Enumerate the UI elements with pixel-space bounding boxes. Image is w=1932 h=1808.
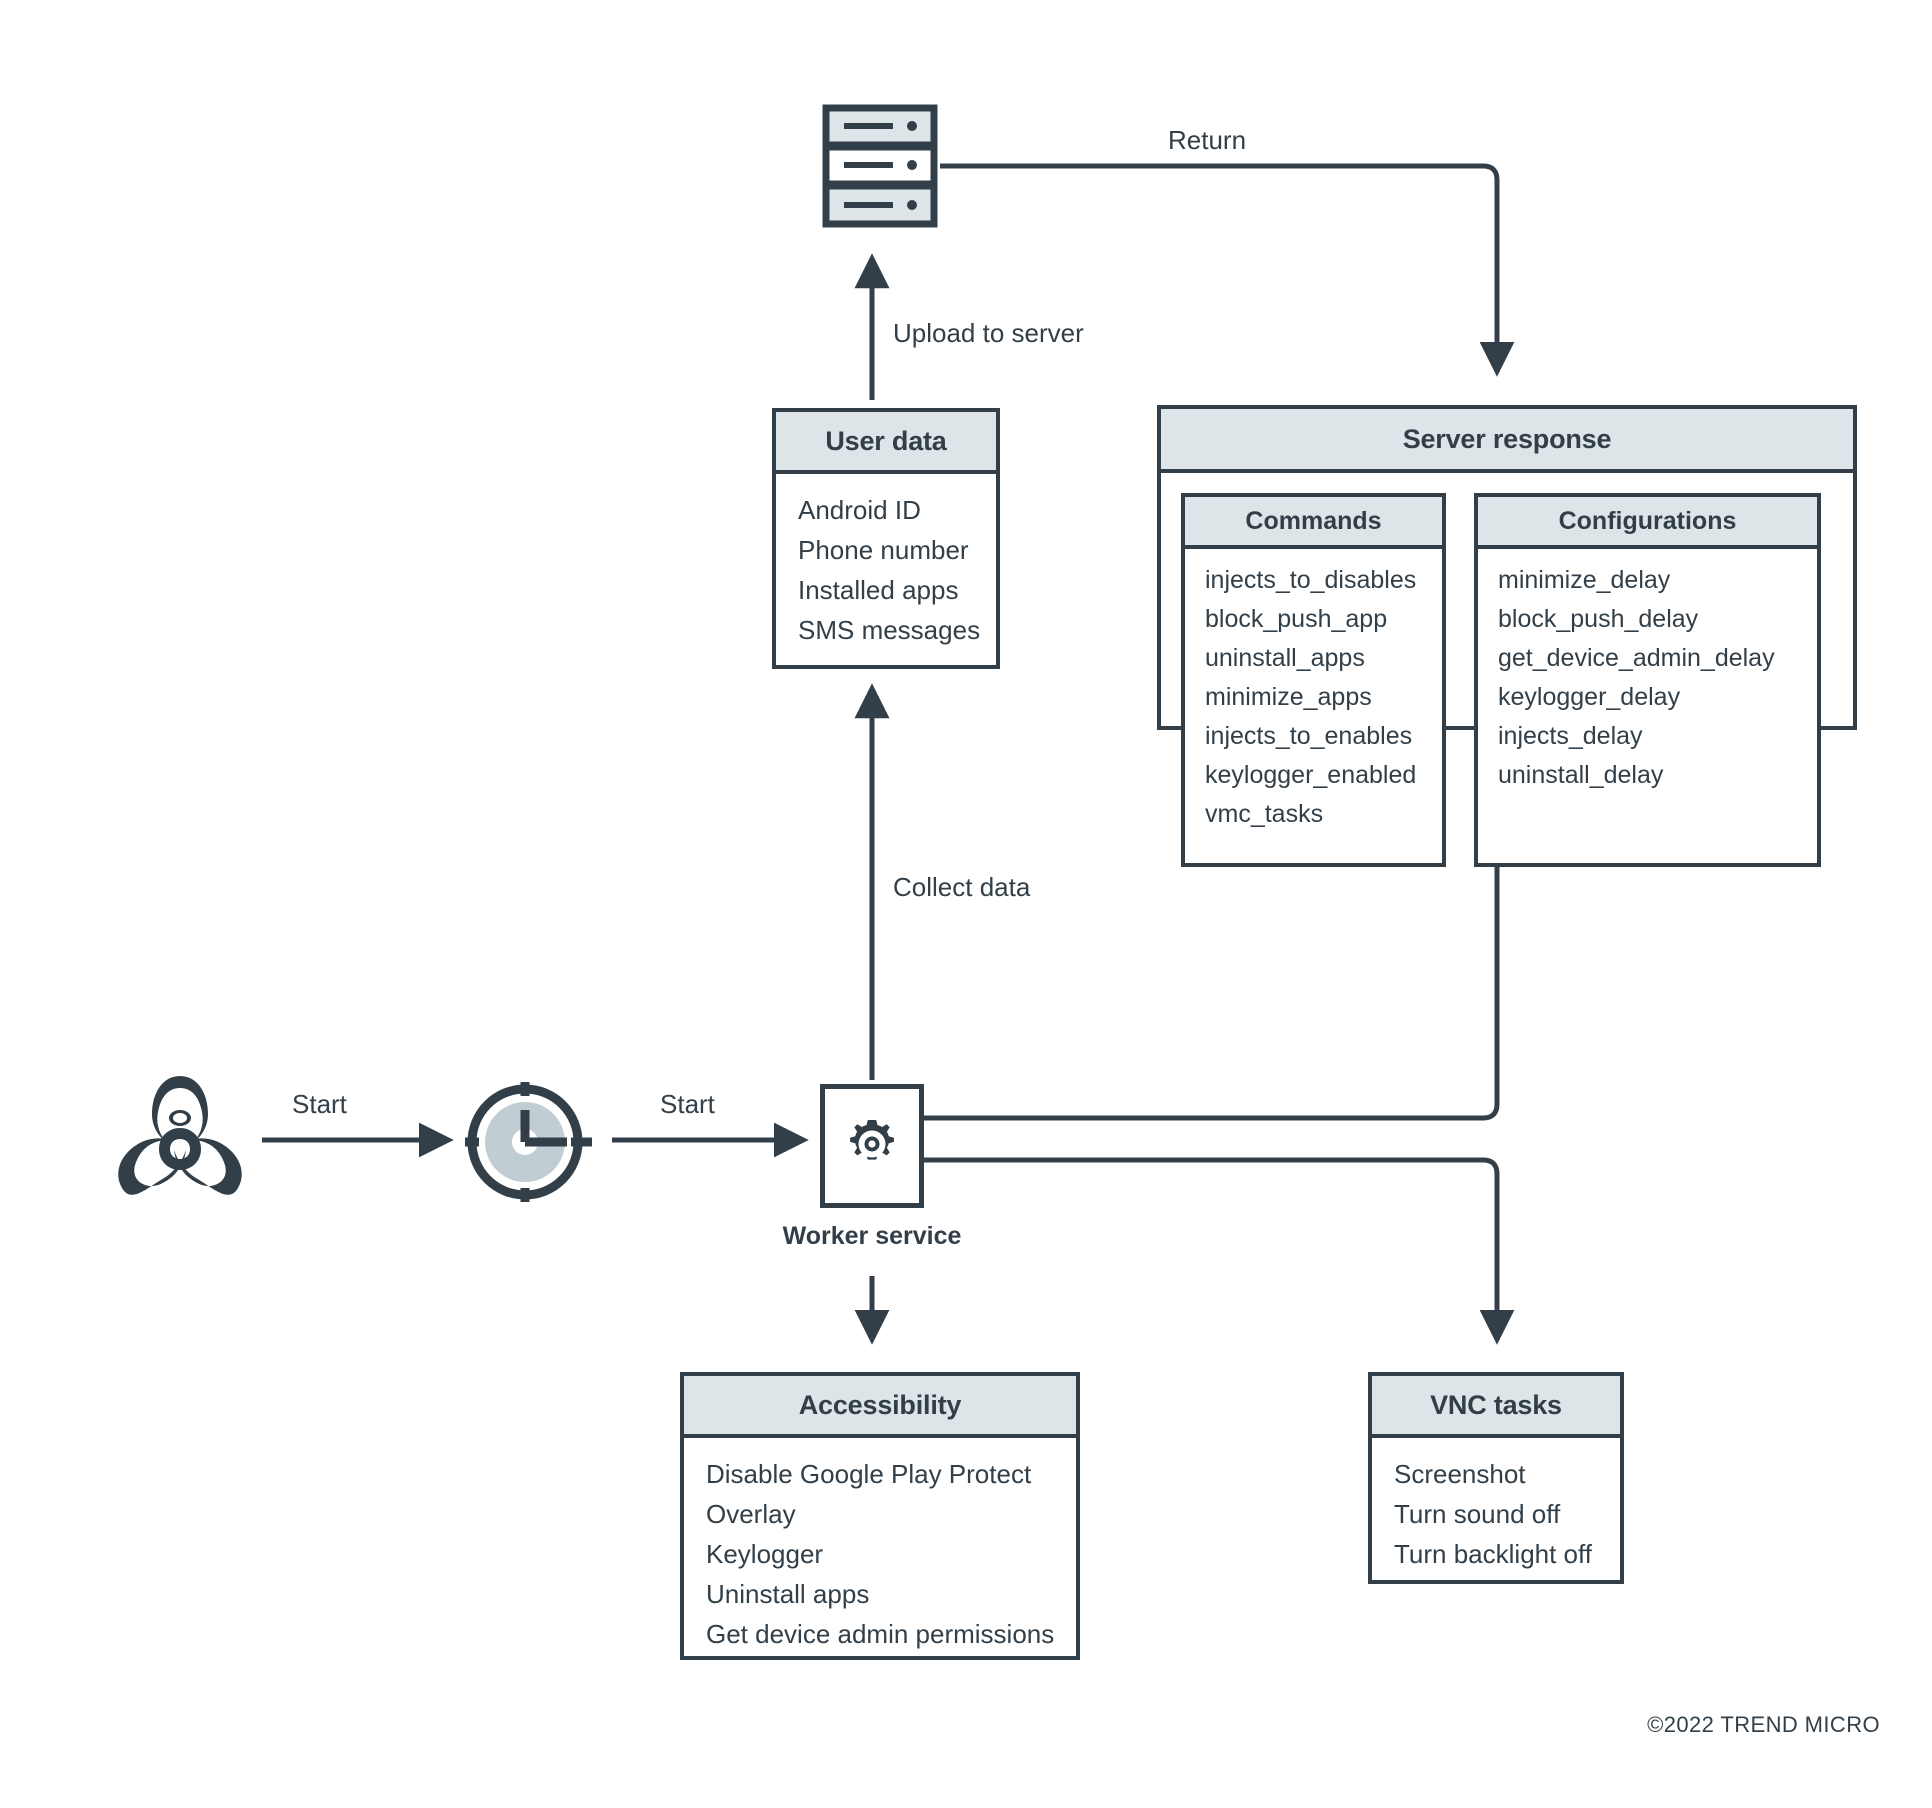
list-item: uninstall_apps xyxy=(1205,644,1365,672)
list-item: Screenshot xyxy=(1394,1459,1526,1489)
copyright-notice: ©2022 TREND MICRO xyxy=(1647,1712,1880,1737)
commands-list: injects_to_disables block_push_app unins… xyxy=(1185,549,1442,844)
accessibility-title: Accessibility xyxy=(684,1376,1076,1438)
configurations-card: Configurations minimize_delay block_push… xyxy=(1474,493,1821,867)
list-item: injects_to_enables xyxy=(1205,722,1413,750)
server-response-body: Commands injects_to_disables block_push_… xyxy=(1161,473,1853,867)
list-item: Turn sound off xyxy=(1394,1499,1561,1529)
list-item: keylogger_delay xyxy=(1498,683,1681,711)
list-item: Keylogger xyxy=(706,1539,824,1569)
worker-service-label: Worker service xyxy=(782,1222,962,1250)
gear-icon xyxy=(845,1117,899,1176)
edge-label-start-2: Start xyxy=(660,1089,715,1119)
user-data-card: User data Android ID Phone number Instal… xyxy=(772,408,1000,669)
user-data-title: User data xyxy=(776,412,996,474)
list-item: injects_delay xyxy=(1498,722,1643,750)
list-item: block_push_app xyxy=(1205,605,1388,633)
list-item: SMS messages xyxy=(798,615,981,645)
edge-label-return: Return xyxy=(1168,125,1247,155)
list-item: Phone number xyxy=(798,535,969,565)
commands-title: Commands xyxy=(1185,497,1442,549)
vnc-tasks-title: VNC tasks xyxy=(1372,1376,1620,1438)
accessibility-list: Disable Google Play Protect Overlay Keyl… xyxy=(684,1438,1076,1668)
list-item: injects_to_disables xyxy=(1205,566,1417,594)
list-item: Uninstall apps xyxy=(706,1579,870,1609)
edge-label-start-1: Start xyxy=(292,1089,347,1119)
configurations-title: Configurations xyxy=(1478,497,1817,549)
vnc-tasks-card: VNC tasks Screenshot Turn sound off Turn… xyxy=(1368,1372,1624,1584)
list-item: Android ID xyxy=(798,495,921,525)
list-item: minimize_delay xyxy=(1498,566,1671,594)
list-item: Installed apps xyxy=(798,575,959,605)
worker-service-node[interactable] xyxy=(820,1084,924,1208)
vnc-tasks-list: Screenshot Turn sound off Turn backlight… xyxy=(1372,1438,1620,1588)
list-item: get_device_admin_delay xyxy=(1498,644,1775,672)
list-item: uninstall_delay xyxy=(1498,761,1664,789)
server-rack-icon xyxy=(822,104,938,228)
accessibility-card: Accessibility Disable Google Play Protec… xyxy=(680,1372,1080,1660)
diagram-canvas: Worker service Return Upload to server C… xyxy=(0,0,1932,1808)
commands-card: Commands injects_to_disables block_push_… xyxy=(1181,493,1446,867)
edge-label-collect-data: Collect data xyxy=(893,872,1031,902)
list-item: Disable Google Play Protect xyxy=(706,1459,1032,1489)
user-data-list: Android ID Phone number Installed apps S… xyxy=(776,474,996,664)
clock-icon xyxy=(462,1072,602,1212)
list-item: Overlay xyxy=(706,1499,796,1529)
list-item: Turn backlight off xyxy=(1394,1539,1592,1569)
configurations-list: minimize_delay block_push_delay get_devi… xyxy=(1478,549,1817,805)
biohazard-icon xyxy=(110,1070,250,1210)
edge-label-upload-to-server: Upload to server xyxy=(893,318,1084,348)
list-item: minimize_apps xyxy=(1205,683,1372,711)
list-item: block_push_delay xyxy=(1498,605,1699,633)
list-item: Get device admin permissions xyxy=(706,1619,1055,1649)
list-item: vmc_tasks xyxy=(1205,800,1324,828)
server-response-title: Server response xyxy=(1161,409,1853,473)
list-item: keylogger_enabled xyxy=(1205,761,1417,789)
server-response-card: Server response Commands injects_to_disa… xyxy=(1157,405,1857,867)
